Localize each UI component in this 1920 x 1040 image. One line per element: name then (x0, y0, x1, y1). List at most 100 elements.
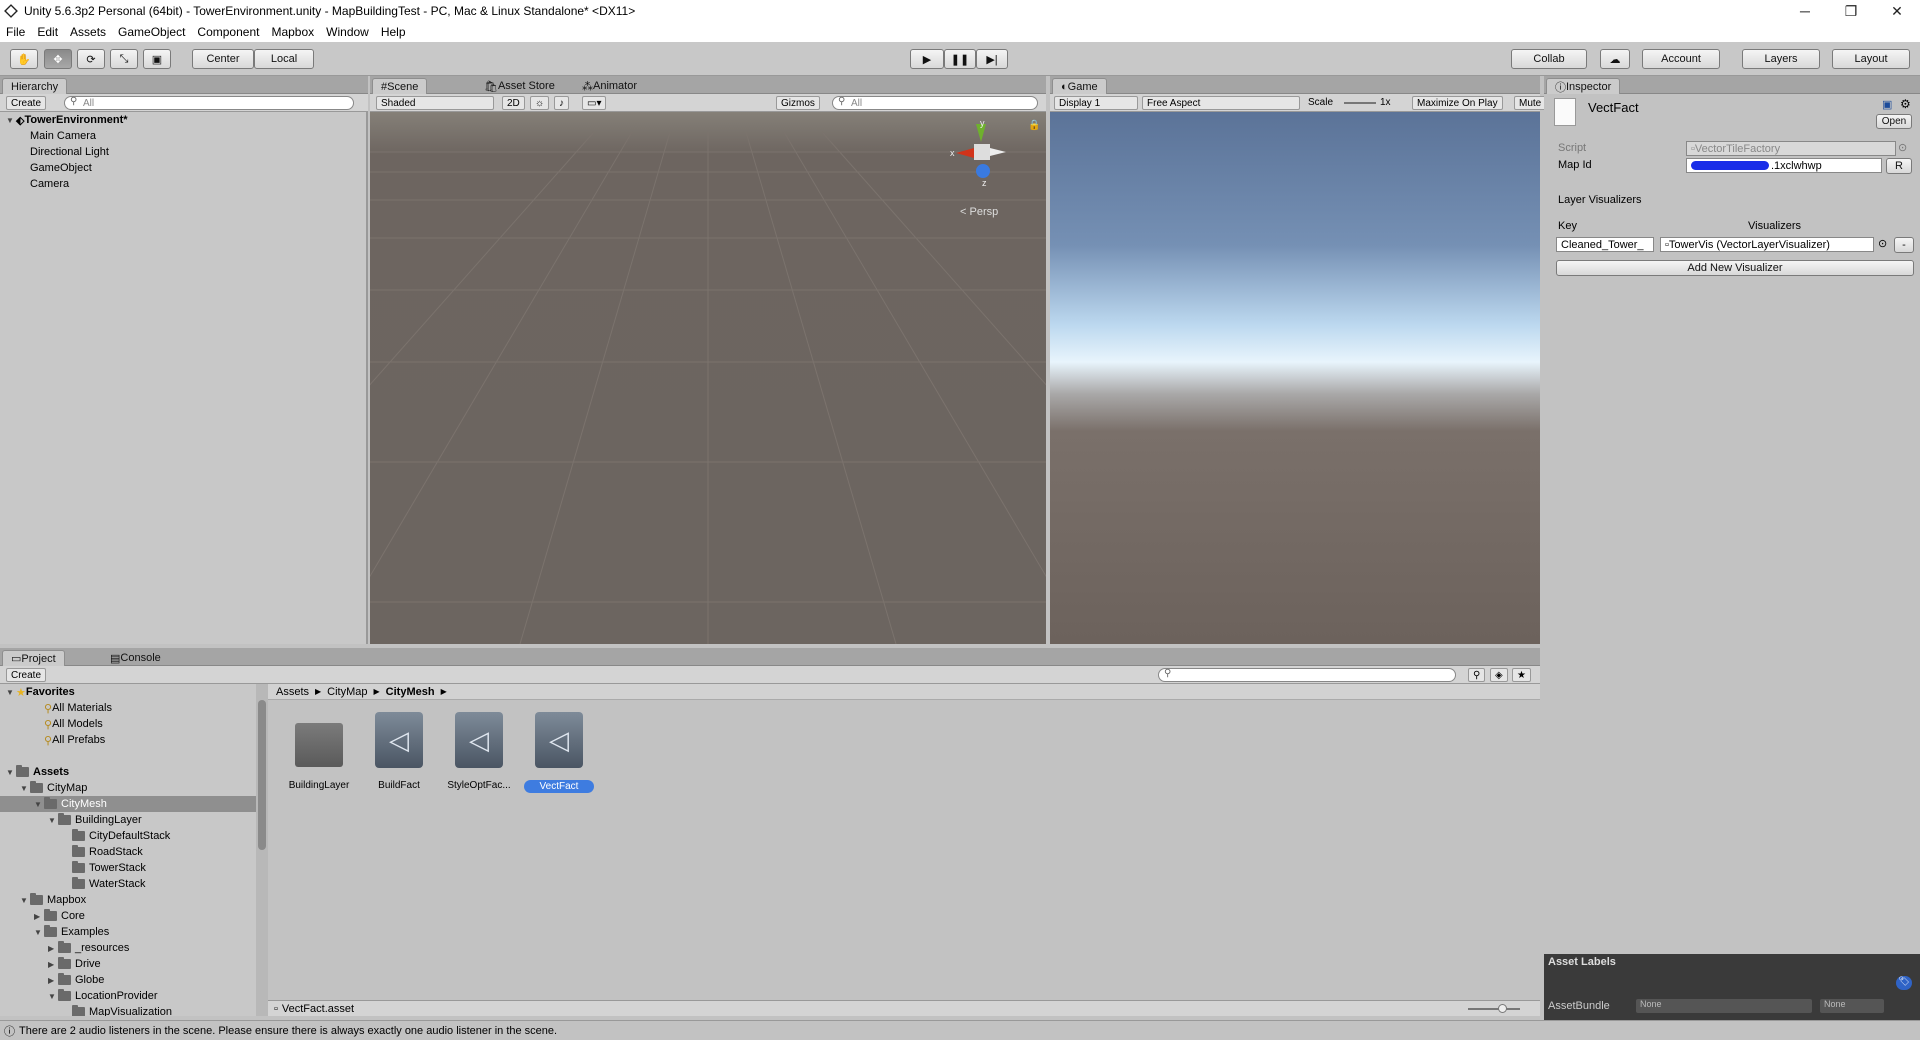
maximize-button[interactable]: ❐ (1828, 3, 1874, 20)
expand-arrow-icon[interactable]: ▼ (6, 768, 16, 777)
expand-arrow-icon[interactable]: ▼ (34, 800, 44, 809)
shading-mode-dropdown[interactable]: Shaded (376, 96, 494, 110)
hierarchy-item[interactable]: Camera (30, 176, 69, 192)
asset-item-selected[interactable]: ◁ VectFact (524, 712, 594, 793)
mapid-input[interactable]: .1xclwhwp (1686, 158, 1882, 173)
layers-dropdown[interactable]: Layers (1742, 49, 1820, 69)
game-viewport[interactable] (1050, 112, 1540, 644)
expand-arrow-icon[interactable]: ▶ (48, 944, 58, 953)
mute-toggle[interactable]: Mute (1514, 96, 1547, 110)
breadcrumb-assets[interactable]: Assets (276, 686, 309, 698)
project-create-button[interactable]: Create (6, 668, 47, 682)
icon-size-slider-thumb[interactable] (1498, 1004, 1507, 1013)
status-bar[interactable]: ⓘ There are 2 audio listeners in the sce… (0, 1020, 1920, 1040)
pivot-center-button[interactable]: Center (192, 49, 254, 69)
lighting-icon[interactable]: ☼ (530, 96, 550, 110)
rotate-tool-icon[interactable]: ⟳ (77, 49, 105, 69)
tree-item[interactable]: ▼ BuildingLayer (0, 812, 256, 828)
minimize-button[interactable]: ─ (1782, 3, 1828, 20)
settings-gear-icon[interactable]: ⚙ (1900, 97, 1911, 111)
filter-type-icon[interactable]: ⚲ (1468, 668, 1486, 682)
scene-search-input[interactable]: All (832, 96, 1038, 110)
tree-item[interactable]: TowerStack (0, 860, 256, 876)
tree-item[interactable]: RoadStack (0, 844, 256, 860)
tab-inspector[interactable]: ⓘ Inspector (1546, 78, 1621, 94)
menu-mapbox[interactable]: Mapbox (265, 25, 320, 39)
tree-item[interactable]: ⚲ All Materials (0, 700, 256, 716)
tab-asset-store[interactable]: 🛍 Asset Store (476, 78, 563, 94)
collab-dropdown[interactable]: Collab (1511, 49, 1587, 69)
mode-2d-toggle[interactable]: 2D (502, 96, 525, 110)
audio-icon[interactable]: ♪ (554, 96, 569, 110)
visualizer-field[interactable]: ▫ TowerVis (VectorLayerVisualizer) (1660, 237, 1874, 252)
gizmo-neg-x[interactable] (990, 148, 1006, 156)
scene-viewport[interactable]: y x z < Persp 🔒 (370, 112, 1046, 644)
menu-help[interactable]: Help (375, 25, 412, 39)
menu-gameobject[interactable]: GameObject (112, 25, 191, 39)
expand-arrow-icon[interactable]: ▶ (34, 912, 44, 921)
scale-slider[interactable] (1344, 102, 1376, 104)
tree-scrollbar-track[interactable] (256, 684, 268, 1016)
expand-arrow-icon[interactable]: ▼ (48, 816, 58, 825)
step-icon[interactable]: ▶| (976, 49, 1008, 69)
refresh-r-button[interactable]: R (1886, 158, 1912, 174)
favorite-star-icon[interactable]: ★ (1512, 668, 1531, 682)
tree-item[interactable]: ▼ Mapbox (0, 892, 256, 908)
tree-item[interactable]: ▼ CityMesh (0, 796, 256, 812)
expand-arrow-icon[interactable]: ▼ (48, 992, 58, 1001)
expand-arrow-icon[interactable]: ▶ (48, 960, 58, 969)
hierarchy-create-button[interactable]: Create (6, 96, 47, 110)
menu-edit[interactable]: Edit (31, 25, 64, 39)
expand-arrow-icon[interactable]: ▼ (6, 688, 16, 697)
persp-label[interactable]: < Persp (960, 206, 998, 218)
tree-item[interactable]: ▼ Assets (0, 764, 256, 780)
x-axis-cone[interactable] (956, 148, 974, 158)
asset-item[interactable]: ◁ StyleOptFac... (444, 712, 514, 791)
tag-icon[interactable]: 🏷 (1896, 976, 1912, 990)
expand-arrow-icon[interactable]: ▶ (48, 976, 58, 985)
layout-dropdown[interactable]: Layout (1832, 49, 1910, 69)
project-search-input[interactable] (1158, 668, 1456, 682)
key-input[interactable]: Cleaned_Tower_ (1556, 237, 1654, 252)
visualizer-picker-icon[interactable]: ⊙ (1878, 237, 1887, 250)
z-axis-cone[interactable] (976, 164, 990, 178)
breadcrumb-citymesh[interactable]: CityMesh (386, 686, 435, 698)
tab-animator[interactable]: ⁂ Animator (574, 78, 645, 94)
script-picker-icon[interactable]: ⊙ (1898, 141, 1907, 154)
maximize-on-play-toggle[interactable]: Maximize On Play (1412, 96, 1503, 110)
tree-item[interactable]: ▼ LocationProvider (0, 988, 256, 1004)
close-button[interactable]: ✕ (1874, 3, 1920, 20)
tab-project[interactable]: ▭ Project (2, 650, 65, 666)
tab-game[interactable]: ◐ Game (1052, 78, 1107, 94)
account-dropdown[interactable]: Account (1642, 49, 1720, 69)
tab-scene[interactable]: # Scene (372, 78, 428, 94)
menu-assets[interactable]: Assets (64, 25, 112, 39)
expand-arrow-icon[interactable]: ▼ (34, 928, 44, 937)
expand-arrow-icon[interactable]: ▼ (20, 896, 30, 905)
help-icon[interactable]: ▣ (1882, 98, 1892, 111)
tree-item[interactable]: ▼ CityMap (0, 780, 256, 796)
menu-file[interactable]: File (0, 25, 31, 39)
hierarchy-item[interactable]: Directional Light (30, 144, 109, 160)
aspect-dropdown[interactable]: Free Aspect (1142, 96, 1300, 110)
scene-lock-icon[interactable]: 🔒 (1028, 120, 1040, 131)
scene-gizmo-axes[interactable]: y x z (950, 118, 1012, 188)
menu-component[interactable]: Component (191, 25, 265, 39)
assetbundle-dropdown[interactable]: None (1636, 999, 1812, 1013)
tab-hierarchy[interactable]: Hierarchy (2, 78, 68, 94)
display-dropdown[interactable]: Display 1 (1054, 96, 1138, 110)
tree-item[interactable]: ▶ Core (0, 908, 256, 924)
breadcrumb-citymap[interactable]: CityMap (327, 686, 367, 698)
filter-label-icon[interactable]: ◈ (1490, 668, 1508, 682)
tree-item[interactable]: ⚲ All Models (0, 716, 256, 732)
assetbundle-variant-dropdown[interactable]: None (1820, 999, 1884, 1013)
tree-item[interactable]: ▶ _resources (0, 940, 256, 956)
tree-item[interactable]: CityDefaultStack (0, 828, 256, 844)
scene-root[interactable]: ▼ ⬖ TowerEnvironment* (6, 112, 128, 128)
icon-size-slider[interactable] (1468, 1008, 1520, 1010)
tree-item[interactable]: ▶ Drive (0, 956, 256, 972)
add-new-visualizer-button[interactable]: Add New Visualizer (1556, 260, 1914, 276)
hierarchy-item[interactable]: GameObject (30, 160, 92, 176)
asset-item[interactable]: BuildingLayer (284, 712, 354, 791)
move-tool-icon[interactable]: ✥ (44, 49, 72, 69)
